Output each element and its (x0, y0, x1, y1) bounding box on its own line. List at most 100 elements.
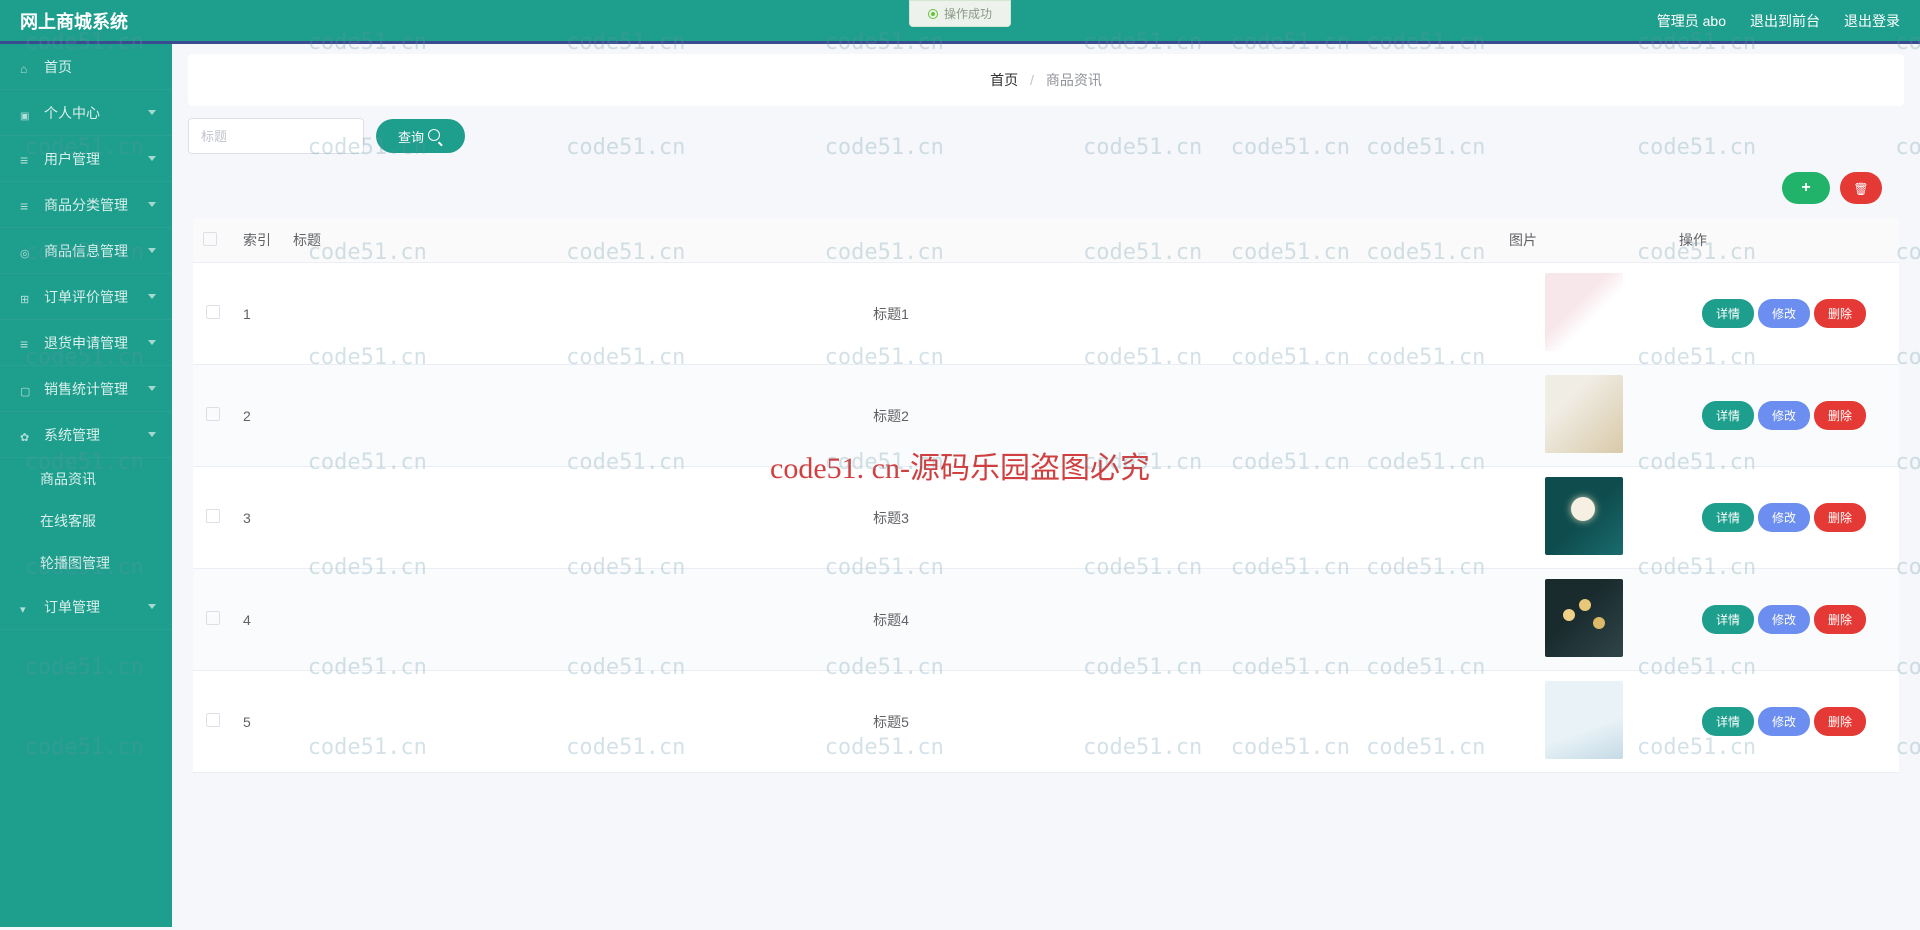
row-checkbox[interactable] (206, 611, 220, 625)
table-row: 3标题3 详情修改删除 (193, 467, 1899, 569)
sidebar-item-label: 商品信息管理 (44, 241, 128, 261)
sidebar-item-1[interactable]: 个人中心 (0, 90, 172, 136)
add-button[interactable] (1782, 172, 1830, 204)
action-bar (188, 172, 1904, 204)
cell-thumbnail (1545, 681, 1623, 759)
edit-button[interactable]: 修改 (1758, 401, 1810, 430)
sidebar-item-label: 首页 (44, 57, 72, 77)
cell-index: 2 (233, 365, 283, 467)
delete-button[interactable]: 删除 (1814, 401, 1866, 430)
search-button[interactable]: 查询 (376, 119, 465, 153)
sidebar-item-label: 退货申请管理 (44, 333, 128, 353)
sidebar-item-7[interactable]: 销售统计管理 (0, 366, 172, 412)
cell-title: 标题1 (283, 263, 1499, 365)
plus-icon (1801, 179, 1810, 197)
menu-icon (20, 198, 34, 212)
table-row: 1标题1 详情修改删除 (193, 263, 1899, 365)
main-content: 首页 / 商品资讯 查询 索引 标题 图片 操作 (172, 44, 1920, 927)
bulk-delete-button[interactable] (1840, 172, 1882, 204)
cell-title: 标题5 (283, 671, 1499, 773)
sidebar-item-label: 订单管理 (44, 597, 100, 617)
cell-index: 4 (233, 569, 283, 671)
table-row: 4标题4 详情修改删除 (193, 569, 1899, 671)
data-table: 索引 标题 图片 操作 1标题1详情修改删除2标题2详情修改删除3标题3详情修改… (193, 218, 1899, 773)
breadcrumb-current: 商品资讯 (1046, 72, 1102, 88)
row-checkbox[interactable] (206, 407, 220, 421)
menu-icon (20, 106, 34, 120)
trash-icon (1853, 181, 1868, 196)
th-title: 标题 (283, 218, 1499, 263)
sidebar-item-label: 商品分类管理 (44, 195, 128, 215)
edit-button[interactable]: 修改 (1758, 605, 1810, 634)
menu-icon (20, 382, 34, 396)
sidebar-item-label: 个人中心 (44, 103, 100, 123)
sidebar-item-8[interactable]: 系统管理 (0, 412, 172, 458)
row-checkbox[interactable] (206, 305, 220, 319)
breadcrumb-separator: / (1030, 72, 1034, 88)
detail-button[interactable]: 详情 (1702, 503, 1754, 532)
menu-icon (20, 152, 34, 166)
select-all-checkbox[interactable] (203, 232, 217, 246)
row-checkbox[interactable] (206, 509, 220, 523)
search-input[interactable] (188, 118, 364, 154)
cell-title: 标题4 (283, 569, 1499, 671)
sidebar-item-2[interactable]: 用户管理 (0, 136, 172, 182)
cell-thumbnail (1545, 477, 1623, 555)
menu-icon (20, 336, 34, 350)
menu-icon (20, 428, 34, 442)
menu-icon (20, 290, 34, 304)
detail-button[interactable]: 详情 (1702, 605, 1754, 634)
breadcrumb-home[interactable]: 首页 (990, 72, 1018, 88)
sidebar-sub-0[interactable]: 商品资讯 (0, 458, 172, 500)
sidebar-item-label: 系统管理 (44, 425, 100, 445)
menu-icon (20, 60, 34, 74)
search-bar: 查询 (188, 118, 1904, 154)
th-index: 索引 (233, 218, 283, 263)
sidebar-item-3[interactable]: 商品分类管理 (0, 182, 172, 228)
to-front-link[interactable]: 退出到前台 (1750, 11, 1820, 31)
menu-icon (20, 244, 34, 258)
edit-button[interactable]: 修改 (1758, 503, 1810, 532)
cell-thumbnail (1545, 375, 1623, 453)
detail-button[interactable]: 详情 (1702, 299, 1754, 328)
sidebar-sub-2[interactable]: 轮播图管理 (0, 542, 172, 584)
table-row: 2标题2 详情修改删除 (193, 365, 1899, 467)
menu-icon (20, 600, 34, 614)
table-row: 5标题5 详情修改删除 (193, 671, 1899, 773)
sidebar-item-label: 销售统计管理 (44, 379, 128, 399)
header-right: 管理员 abo 退出到前台 退出登录 (1657, 11, 1900, 31)
notification-text: 操作成功 (944, 5, 992, 22)
sidebar-item-orders[interactable]: 订单管理 (0, 584, 172, 630)
detail-button[interactable]: 详情 (1702, 401, 1754, 430)
success-icon (928, 9, 938, 19)
row-checkbox[interactable] (206, 713, 220, 727)
search-button-label: 查询 (398, 127, 424, 146)
delete-button[interactable]: 删除 (1814, 707, 1866, 736)
edit-button[interactable]: 修改 (1758, 707, 1810, 736)
notification-toast: 操作成功 (909, 0, 1011, 27)
sidebar-item-4[interactable]: 商品信息管理 (0, 228, 172, 274)
delete-button[interactable]: 删除 (1814, 503, 1866, 532)
sidebar-sub-1[interactable]: 在线客服 (0, 500, 172, 542)
cell-index: 1 (233, 263, 283, 365)
search-icon (428, 129, 443, 144)
breadcrumb: 首页 / 商品资讯 (188, 54, 1904, 106)
logout-link[interactable]: 退出登录 (1844, 11, 1900, 31)
sidebar-item-label: 订单评价管理 (44, 287, 128, 307)
cell-index: 5 (233, 671, 283, 773)
cell-title: 标题3 (283, 467, 1499, 569)
cell-title: 标题2 (283, 365, 1499, 467)
delete-button[interactable]: 删除 (1814, 299, 1866, 328)
sidebar-item-5[interactable]: 订单评价管理 (0, 274, 172, 320)
admin-link[interactable]: 管理员 abo (1657, 11, 1726, 31)
cell-thumbnail (1545, 579, 1623, 657)
sidebar-item-6[interactable]: 退货申请管理 (0, 320, 172, 366)
sidebar-item-label: 用户管理 (44, 149, 100, 169)
sidebar-item-0[interactable]: 首页 (0, 44, 172, 90)
cell-index: 3 (233, 467, 283, 569)
edit-button[interactable]: 修改 (1758, 299, 1810, 328)
cell-thumbnail (1545, 273, 1623, 351)
delete-button[interactable]: 删除 (1814, 605, 1866, 634)
detail-button[interactable]: 详情 (1702, 707, 1754, 736)
sidebar: 首页个人中心用户管理商品分类管理商品信息管理订单评价管理退货申请管理销售统计管理… (0, 44, 172, 927)
